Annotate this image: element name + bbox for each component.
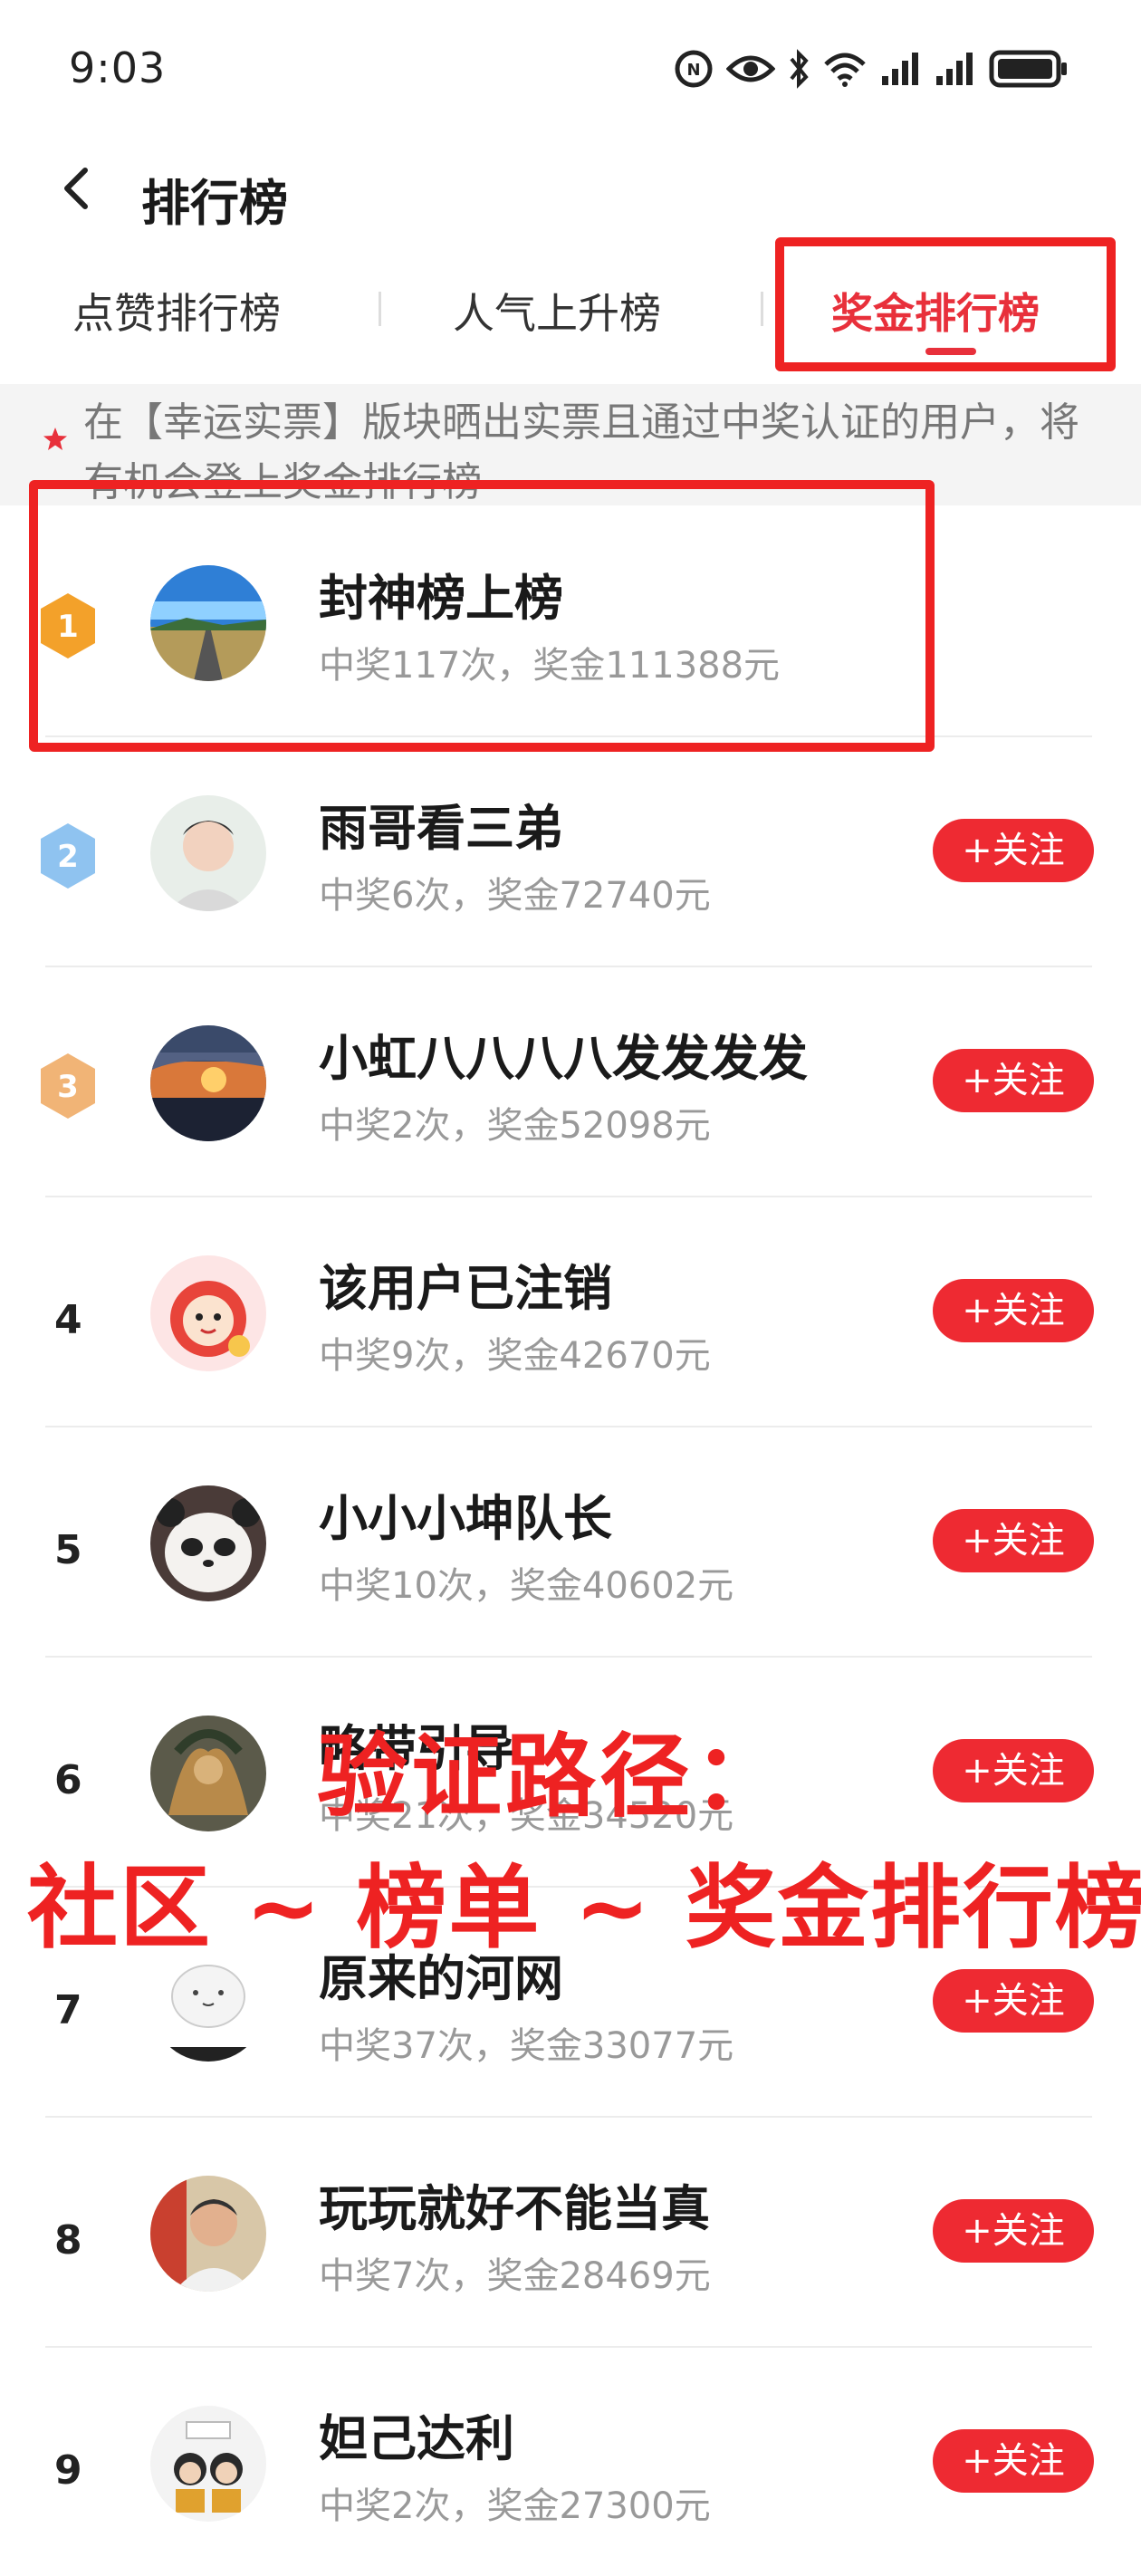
avatar[interactable] [150, 2406, 266, 2522]
follow-button[interactable]: +关注 [933, 2429, 1094, 2493]
avatar[interactable] [150, 795, 266, 911]
status-bar: 9:03 N [0, 0, 1141, 136]
ranking-row[interactable]: 5 小小小坤队长 中奖10次，奖金40602元 +关注 [0, 1427, 1141, 1658]
back-arrow-icon[interactable] [51, 161, 105, 216]
tab-likes-ranking[interactable]: 点赞排行榜 [72, 281, 281, 341]
svg-text:N: N [686, 61, 700, 80]
user-stats: 中奖37次，奖金33077元 [319, 2025, 734, 2067]
user-stats: 中奖10次，奖金40602元 [319, 1565, 734, 1607]
ranking-row[interactable]: 7 原来的河网 中奖37次，奖金33077元 +关注 [0, 1888, 1141, 2118]
tab-divider [761, 292, 763, 326]
ranking-row[interactable]: 6 略带引导 中奖21次，奖金34520元 +关注 [0, 1658, 1141, 1888]
user-name[interactable]: 该用户已注销 [319, 1248, 612, 1320]
user-name[interactable]: 小虹八八八八发发发发 [319, 1018, 808, 1090]
data-saver-icon: N [674, 49, 714, 89]
user-stats: 中奖21次，奖金34520元 [319, 1795, 734, 1837]
follow-button[interactable]: +关注 [933, 1739, 1094, 1802]
rank-number: 4 [54, 1297, 82, 1343]
rank-badge-number: 2 [57, 839, 79, 875]
avatar[interactable] [150, 1025, 266, 1141]
ranking-row[interactable]: 9 妲己达利 中奖2次，奖金27300元 +关注 [0, 2348, 1141, 2576]
tab-divider [379, 292, 381, 326]
avatar[interactable] [150, 2176, 266, 2292]
rank-number: 6 [54, 1757, 82, 1803]
avatar[interactable] [150, 1716, 266, 1831]
highlight-box-first-entry [29, 480, 935, 752]
rank-number: 9 [54, 2447, 82, 2494]
bronze-medal-icon: 3 [36, 1051, 100, 1121]
ranking-row[interactable]: 4 该用户已注销 中奖9次，奖金42670元 +关注 [0, 1197, 1141, 1427]
avatar[interactable] [150, 1485, 266, 1601]
user-stats: 中奖9次，奖金42670元 [319, 1335, 711, 1377]
follow-button[interactable]: +关注 [933, 1969, 1094, 2033]
status-icons: N [674, 43, 1069, 94]
follow-button[interactable]: +关注 [933, 1279, 1094, 1342]
avatar[interactable] [150, 1946, 266, 2062]
star-icon [42, 426, 69, 453]
ranking-row[interactable]: 8 玩玩就好不能当真 中奖7次，奖金28469元 +关注 [0, 2118, 1141, 2348]
follow-button[interactable]: +关注 [933, 1509, 1094, 1572]
bluetooth-icon [788, 48, 810, 90]
user-name[interactable]: 原来的河网 [319, 1938, 563, 2010]
user-stats: 中奖2次，奖金52098元 [319, 1105, 711, 1147]
battery-icon [989, 49, 1069, 89]
rank-number: 5 [54, 1527, 82, 1573]
ranking-row[interactable]: 3 小虹八八八八发发发发 中奖2次，奖金52098元 +关注 [0, 967, 1141, 1197]
eye-icon [726, 51, 775, 87]
follow-button[interactable]: +关注 [933, 2199, 1094, 2263]
user-name[interactable]: 雨哥看三弟 [319, 788, 563, 860]
highlight-box-tab [775, 237, 1116, 371]
user-stats: 中奖2次，奖金27300元 [319, 2485, 711, 2527]
avatar[interactable] [150, 1255, 266, 1371]
rank-badge-number: 3 [57, 1069, 79, 1105]
ranking-row[interactable]: 2 雨哥看三弟 中奖6次，奖金72740元 +关注 [0, 737, 1141, 967]
user-name[interactable]: 略带引导 [319, 1708, 514, 1780]
rank-number: 8 [54, 2217, 82, 2264]
tab-popularity-ranking[interactable]: 人气上升榜 [453, 281, 661, 341]
silver-medal-icon: 2 [36, 821, 100, 891]
user-stats: 中奖7次，奖金28469元 [319, 2255, 711, 2297]
wifi-icon [822, 50, 868, 88]
follow-button[interactable]: +关注 [933, 819, 1094, 882]
follow-button[interactable]: +关注 [933, 1049, 1094, 1112]
nav-bar: 排行榜 [0, 145, 1141, 235]
user-name[interactable]: 小小小坤队长 [319, 1478, 612, 1550]
page-title: 排行榜 [141, 175, 288, 232]
signal-icon-2 [935, 51, 976, 87]
user-stats: 中奖6次，奖金72740元 [319, 875, 711, 917]
status-time: 9:03 [69, 43, 167, 92]
rank-number: 7 [54, 1987, 82, 2033]
signal-icon-1 [880, 51, 922, 87]
user-name[interactable]: 妲己达利 [319, 2398, 514, 2470]
user-name[interactable]: 玩玩就好不能当真 [319, 2168, 710, 2240]
